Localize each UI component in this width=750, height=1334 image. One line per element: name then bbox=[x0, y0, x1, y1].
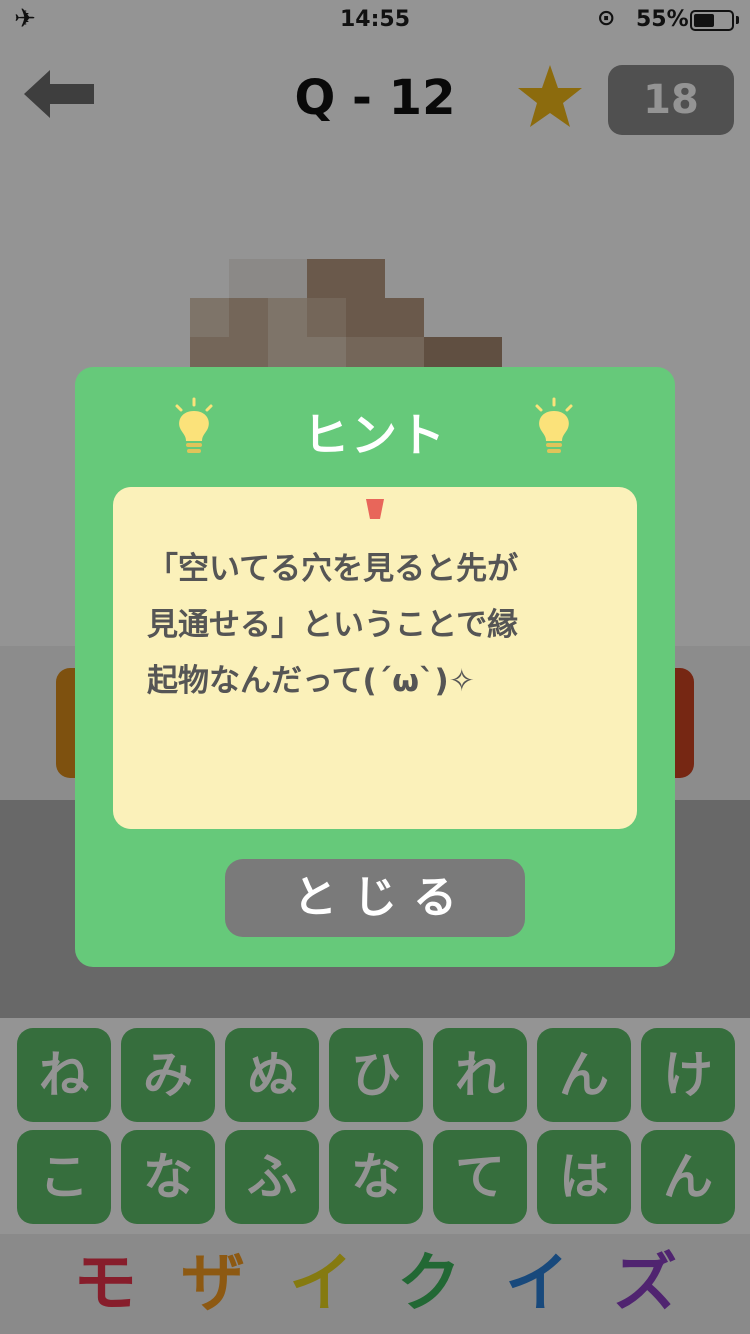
battery-icon bbox=[690, 10, 734, 31]
hint-modal: ヒント 「空いてる穴を見ると先が 見通せる」ということで縁 起物なんだって(´ω… bbox=[75, 367, 675, 967]
battery-tip bbox=[736, 16, 739, 24]
hint-text: 「空いてる穴を見ると先が 見通せる」ということで縁 起物なんだって(´ω`)✧ bbox=[147, 551, 519, 699]
battery-fill bbox=[694, 14, 714, 27]
battery-percent: 55% bbox=[636, 7, 689, 32]
hint-title: ヒント bbox=[303, 408, 447, 462]
status-bar: ✈ 14:55 ⊙ 55% bbox=[0, 0, 750, 40]
rotation-lock-icon: ⊙ bbox=[597, 6, 616, 31]
hint-note: 「空いてる穴を見ると先が 見通せる」ということで縁 起物なんだって(´ω`)✧ bbox=[113, 487, 637, 829]
lightbulb-icon bbox=[535, 397, 573, 453]
pin-icon bbox=[366, 499, 384, 519]
close-button[interactable]: とじる bbox=[225, 859, 525, 937]
